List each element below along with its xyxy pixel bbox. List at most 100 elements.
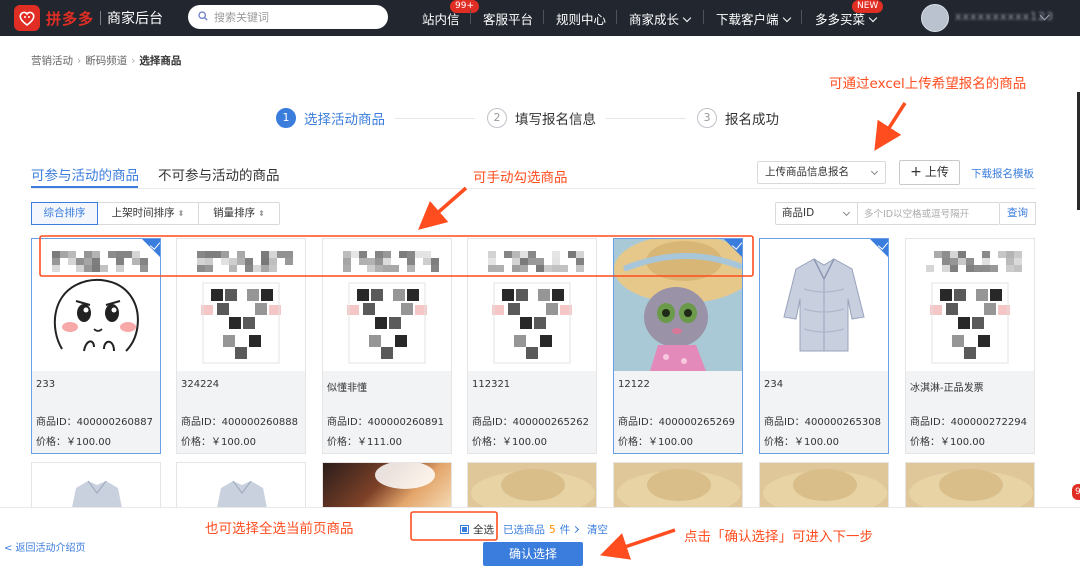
breadcrumb-channel[interactable]: 断码频道 <box>85 55 127 67</box>
step-number: 2 <box>487 108 507 128</box>
product-price: 价格：￥100.00 <box>764 437 839 448</box>
shirt-image <box>72 480 122 507</box>
logo-subtitle: 商家后台 <box>107 11 164 27</box>
back-to-intro-link[interactable]: < 返回活动介绍页 <box>4 539 86 554</box>
upload-button[interactable]: + 上传 <box>899 160 960 185</box>
select-all-label: 全选 <box>473 524 494 536</box>
product-card[interactable]: 冰淇淋-正品发票 商品ID：400000272294 价格：￥100.00 <box>905 238 1035 454</box>
product-info: 12122 商品ID：400000265269 价格：￥100.00 <box>614 371 742 453</box>
blurred-title-image <box>52 251 148 272</box>
product-card[interactable]: 似懂非懂 商品ID：400000260891 价格：￥111.00 <box>322 238 452 454</box>
nav-customer-service[interactable]: 客服平台 <box>483 9 533 28</box>
tab-eligible-products[interactable]: 可参与活动的商品 <box>31 164 139 184</box>
product-price: 价格：￥111.00 <box>327 437 402 448</box>
shirt-image <box>217 480 267 507</box>
pixelated-product-image <box>197 251 293 364</box>
product-card[interactable]: 112321 商品ID：400000265262 价格：￥100.00 <box>467 238 597 454</box>
product-card[interactable]: 12122 商品ID：400000265269 价格：￥100.00 <box>613 238 743 454</box>
product-info: 冰淇淋-正品发票 商品ID：400000272294 价格：￥100.00 <box>906 371 1034 453</box>
breadcrumb-marketing[interactable]: 营销活动 <box>31 55 73 67</box>
breadcrumb: 营销活动 › 断码频道 › 选择商品 <box>31 55 182 67</box>
nav-download-client[interactable]: 下载客户端 <box>716 9 791 28</box>
chevron-up-icon <box>572 525 580 534</box>
top-navigation-bar: 拼多多 商家后台 站内信 99+ 客服平台 规则中心 商家成长 下载客户端 多多… <box>0 0 1080 36</box>
product-card-partial[interactable] <box>467 462 597 507</box>
step-connector <box>395 118 475 119</box>
product-card[interactable]: 324224 商品ID：400000260888 价格：￥100.00 <box>176 238 306 454</box>
product-image[interactable] <box>177 239 305 371</box>
select-all-checkbox[interactable]: 全选 <box>460 522 494 537</box>
checkbox-indeterminate-icon <box>460 525 469 534</box>
tab-ineligible-products[interactable]: 不可参与活动的商品 <box>158 164 280 184</box>
search-input[interactable] <box>214 8 379 26</box>
pinduoduo-logo-icon <box>14 5 40 31</box>
product-id-filter: 商品ID <box>775 202 1000 225</box>
product-id: 商品ID：400000260888 <box>181 417 298 428</box>
product-id: 商品ID：400000265262 <box>472 417 589 428</box>
active-tab-indicator <box>31 186 138 188</box>
search-icon <box>198 11 208 21</box>
upload-type-select[interactable]: 上传商品信息报名 <box>757 161 886 184</box>
clear-selection-link[interactable]: 清空 <box>587 522 608 537</box>
product-image[interactable] <box>468 239 596 371</box>
chevron-down-icon <box>870 167 879 176</box>
product-price: 价格：￥100.00 <box>472 437 547 448</box>
download-template-link[interactable]: 下载报名模板 <box>971 166 1034 181</box>
nav-rule-center[interactable]: 规则中心 <box>556 9 606 28</box>
product-image[interactable] <box>614 239 742 371</box>
edge-notification-badge[interactable]: 9 <box>1072 484 1080 500</box>
selected-unit: 件 <box>559 524 571 536</box>
hat-image <box>909 469 1033 507</box>
sort-listing-time-label: 上架时间排序 <box>111 207 175 219</box>
shirt-image <box>783 258 865 352</box>
selected-count-toggle[interactable]: 已选商品 5 件 <box>503 522 580 537</box>
nav-divider <box>543 10 544 24</box>
product-card[interactable]: 234 商品ID：400000265308 价格：￥100.00 <box>759 238 889 454</box>
step-label: 填写报名信息 <box>515 112 596 128</box>
logo[interactable]: 拼多多 商家后台 <box>14 5 163 31</box>
chevron-down-icon <box>868 13 878 23</box>
annotation-arrow <box>874 102 907 151</box>
product-id-input[interactable] <box>864 206 996 222</box>
blurred-title-image <box>343 251 439 272</box>
product-card-partial[interactable] <box>905 462 1035 507</box>
step-label: 选择活动商品 <box>304 112 385 128</box>
product-name: 12122 <box>618 379 650 390</box>
photo-image <box>375 463 435 489</box>
sort-default-button[interactable]: 综合排序 <box>31 202 98 225</box>
product-price: 价格：￥100.00 <box>181 437 256 448</box>
step-number: 1 <box>276 108 296 128</box>
nav-divider <box>616 10 617 24</box>
filter-field-select[interactable]: 商品ID <box>776 203 858 224</box>
sort-sales-button[interactable]: 销量排序 ⬍ <box>199 203 279 224</box>
product-card[interactable]: 233 商品ID：400000260887 价格：￥100.00 <box>31 238 161 454</box>
product-price: 价格：￥100.00 <box>618 437 693 448</box>
user-avatar[interactable] <box>921 4 949 32</box>
confirm-selection-button[interactable]: 确认选择 <box>483 542 583 566</box>
product-image[interactable] <box>323 239 451 371</box>
product-id: 商品ID：400000272294 <box>910 417 1027 428</box>
new-badge: NEW <box>852 0 884 13</box>
nav-divider <box>703 10 704 24</box>
product-price: 价格：￥100.00 <box>36 437 111 448</box>
product-image[interactable] <box>906 239 1034 371</box>
nav-merchant-growth[interactable]: 商家成长 <box>629 9 692 28</box>
global-search[interactable] <box>188 5 388 29</box>
product-card-partial[interactable] <box>759 462 889 507</box>
chevron-down-icon <box>842 208 851 217</box>
pixelated-product-image <box>926 251 1022 364</box>
product-image[interactable] <box>760 239 888 371</box>
product-card-partial[interactable] <box>176 462 306 507</box>
sort-button-group: 综合排序 上架时间排序 ⬍ 销量排序 ⬍ <box>31 202 280 225</box>
product-card-partial[interactable] <box>613 462 743 507</box>
product-id: 商品ID：400000260891 <box>327 417 444 428</box>
sort-listing-time-button[interactable]: 上架时间排序 ⬍ <box>98 203 199 224</box>
step-number: 3 <box>697 108 717 128</box>
product-card-partial[interactable] <box>322 462 452 507</box>
query-button[interactable]: 查询 <box>1000 202 1036 225</box>
product-id: 商品ID：400000265308 <box>764 417 881 428</box>
username[interactable]: xxxxxxxxxx123 <box>955 10 1054 23</box>
product-image[interactable] <box>32 239 160 371</box>
product-card-partial[interactable] <box>31 462 161 507</box>
logo-text: 拼多多 <box>46 9 95 28</box>
